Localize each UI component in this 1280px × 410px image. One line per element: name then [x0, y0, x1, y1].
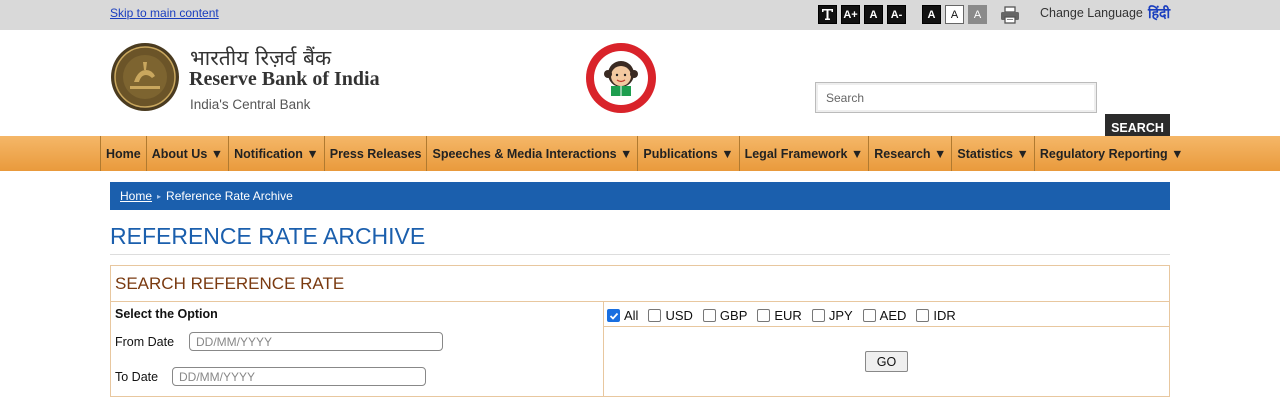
divider [111, 301, 1169, 302]
divider [603, 301, 604, 397]
printer-icon[interactable] [999, 5, 1021, 24]
accessibility-tools: A+ A A- A A A [818, 5, 1021, 24]
beti-bachao-logo[interactable] [585, 42, 657, 114]
brand-name-english: Reserve Bank of India [189, 68, 380, 90]
nav-item-about-us[interactable]: About Us ▼ [145, 136, 228, 171]
checkbox-eur[interactable] [757, 309, 771, 322]
contrast-grey-button[interactable]: A [968, 5, 987, 24]
to-date-label: To Date [115, 370, 159, 384]
hindi-language-link[interactable]: हिंदी [1148, 4, 1170, 23]
rbi-emblem-logo[interactable] [110, 42, 180, 112]
nav-item-legal-framework[interactable]: Legal Framework ▼ [738, 136, 869, 171]
from-date-label: From Date [115, 335, 175, 349]
text-size-normal-button[interactable]: A [864, 5, 883, 24]
checkbox-aed[interactable] [862, 309, 876, 322]
go-button[interactable]: GO [865, 351, 908, 372]
checkbox-idr[interactable] [916, 309, 930, 322]
checkbox-all[interactable] [607, 309, 620, 322]
nav-item-research[interactable]: Research ▼ [868, 136, 951, 171]
breadcrumb-current: Reference Rate Archive [166, 189, 293, 203]
option-idr[interactable]: IDR [916, 308, 956, 323]
option-all[interactable]: All [607, 308, 638, 323]
breadcrumb-separator-icon: ▸ [157, 191, 162, 201]
nav-item-home[interactable]: Home [100, 136, 146, 171]
option-label: EUR [774, 308, 802, 323]
divider [603, 326, 1169, 327]
main-navigation: Home About Us ▼ Notification ▼ Press Rel… [0, 136, 1280, 171]
option-label: GBP [719, 308, 748, 323]
nav-item-notification[interactable]: Notification ▼ [228, 136, 324, 171]
option-jpy[interactable]: JPY [811, 308, 853, 323]
option-label: IDR [933, 308, 956, 323]
nav-list: Home About Us ▼ Notification ▼ Press Rel… [100, 136, 1188, 171]
breadcrumb: Home ▸ Reference Rate Archive [110, 182, 1170, 210]
option-eur[interactable]: EUR [757, 308, 802, 323]
option-aed[interactable]: AED [862, 308, 907, 323]
nav-item-statistics[interactable]: Statistics ▼ [951, 136, 1033, 171]
page-title: REFERENCE RATE ARCHIVE [110, 223, 426, 249]
contrast-dark-button[interactable]: A [922, 5, 941, 24]
search-reference-rate-panel: SEARCH REFERENCE RATE Select the Option … [110, 265, 1170, 397]
option-label: USD [665, 308, 693, 323]
site-header: भारतीय रिज़र्व बैंक Reserve Bank of Indi… [0, 30, 1280, 142]
currency-options: All USD GBP EUR JPY AED IDR [607, 308, 966, 323]
text-size-decrease-button[interactable]: A- [887, 5, 906, 24]
option-label: AED [879, 308, 907, 323]
checkbox-usd[interactable] [648, 309, 662, 322]
option-label: All [624, 308, 639, 323]
brand-tagline: India's Central Bank [190, 97, 311, 112]
change-language-label: Change Language [1040, 6, 1143, 20]
search-input[interactable] [815, 82, 1097, 113]
nav-item-publications[interactable]: Publications ▼ [637, 136, 738, 171]
utility-bar: Skip to main content A+ A A- A A A Chang… [0, 0, 1280, 30]
to-date-input[interactable] [172, 367, 426, 386]
title-divider [110, 254, 1170, 255]
text-size-increase-button[interactable]: A+ [841, 5, 860, 24]
from-date-input[interactable] [189, 332, 443, 351]
nav-item-speeches[interactable]: Speeches & Media Interactions ▼ [426, 136, 637, 171]
skip-to-content-link[interactable]: Skip to main content [110, 6, 219, 20]
contrast-light-button[interactable]: A [945, 5, 964, 24]
nav-item-press-releases[interactable]: Press Releases [323, 136, 427, 171]
panel-title: SEARCH REFERENCE RATE [115, 274, 345, 293]
checkbox-jpy[interactable] [811, 309, 825, 322]
select-option-label: Select the Option [115, 307, 218, 321]
nav-item-regulatory-reporting[interactable]: Regulatory Reporting ▼ [1033, 136, 1189, 171]
breadcrumb-home-link[interactable]: Home [120, 189, 152, 203]
option-label: JPY [828, 308, 853, 323]
text-mode-icon[interactable] [818, 5, 837, 24]
checkbox-gbp[interactable] [702, 309, 716, 322]
option-usd[interactable]: USD [648, 308, 693, 323]
option-gbp[interactable]: GBP [702, 308, 748, 323]
